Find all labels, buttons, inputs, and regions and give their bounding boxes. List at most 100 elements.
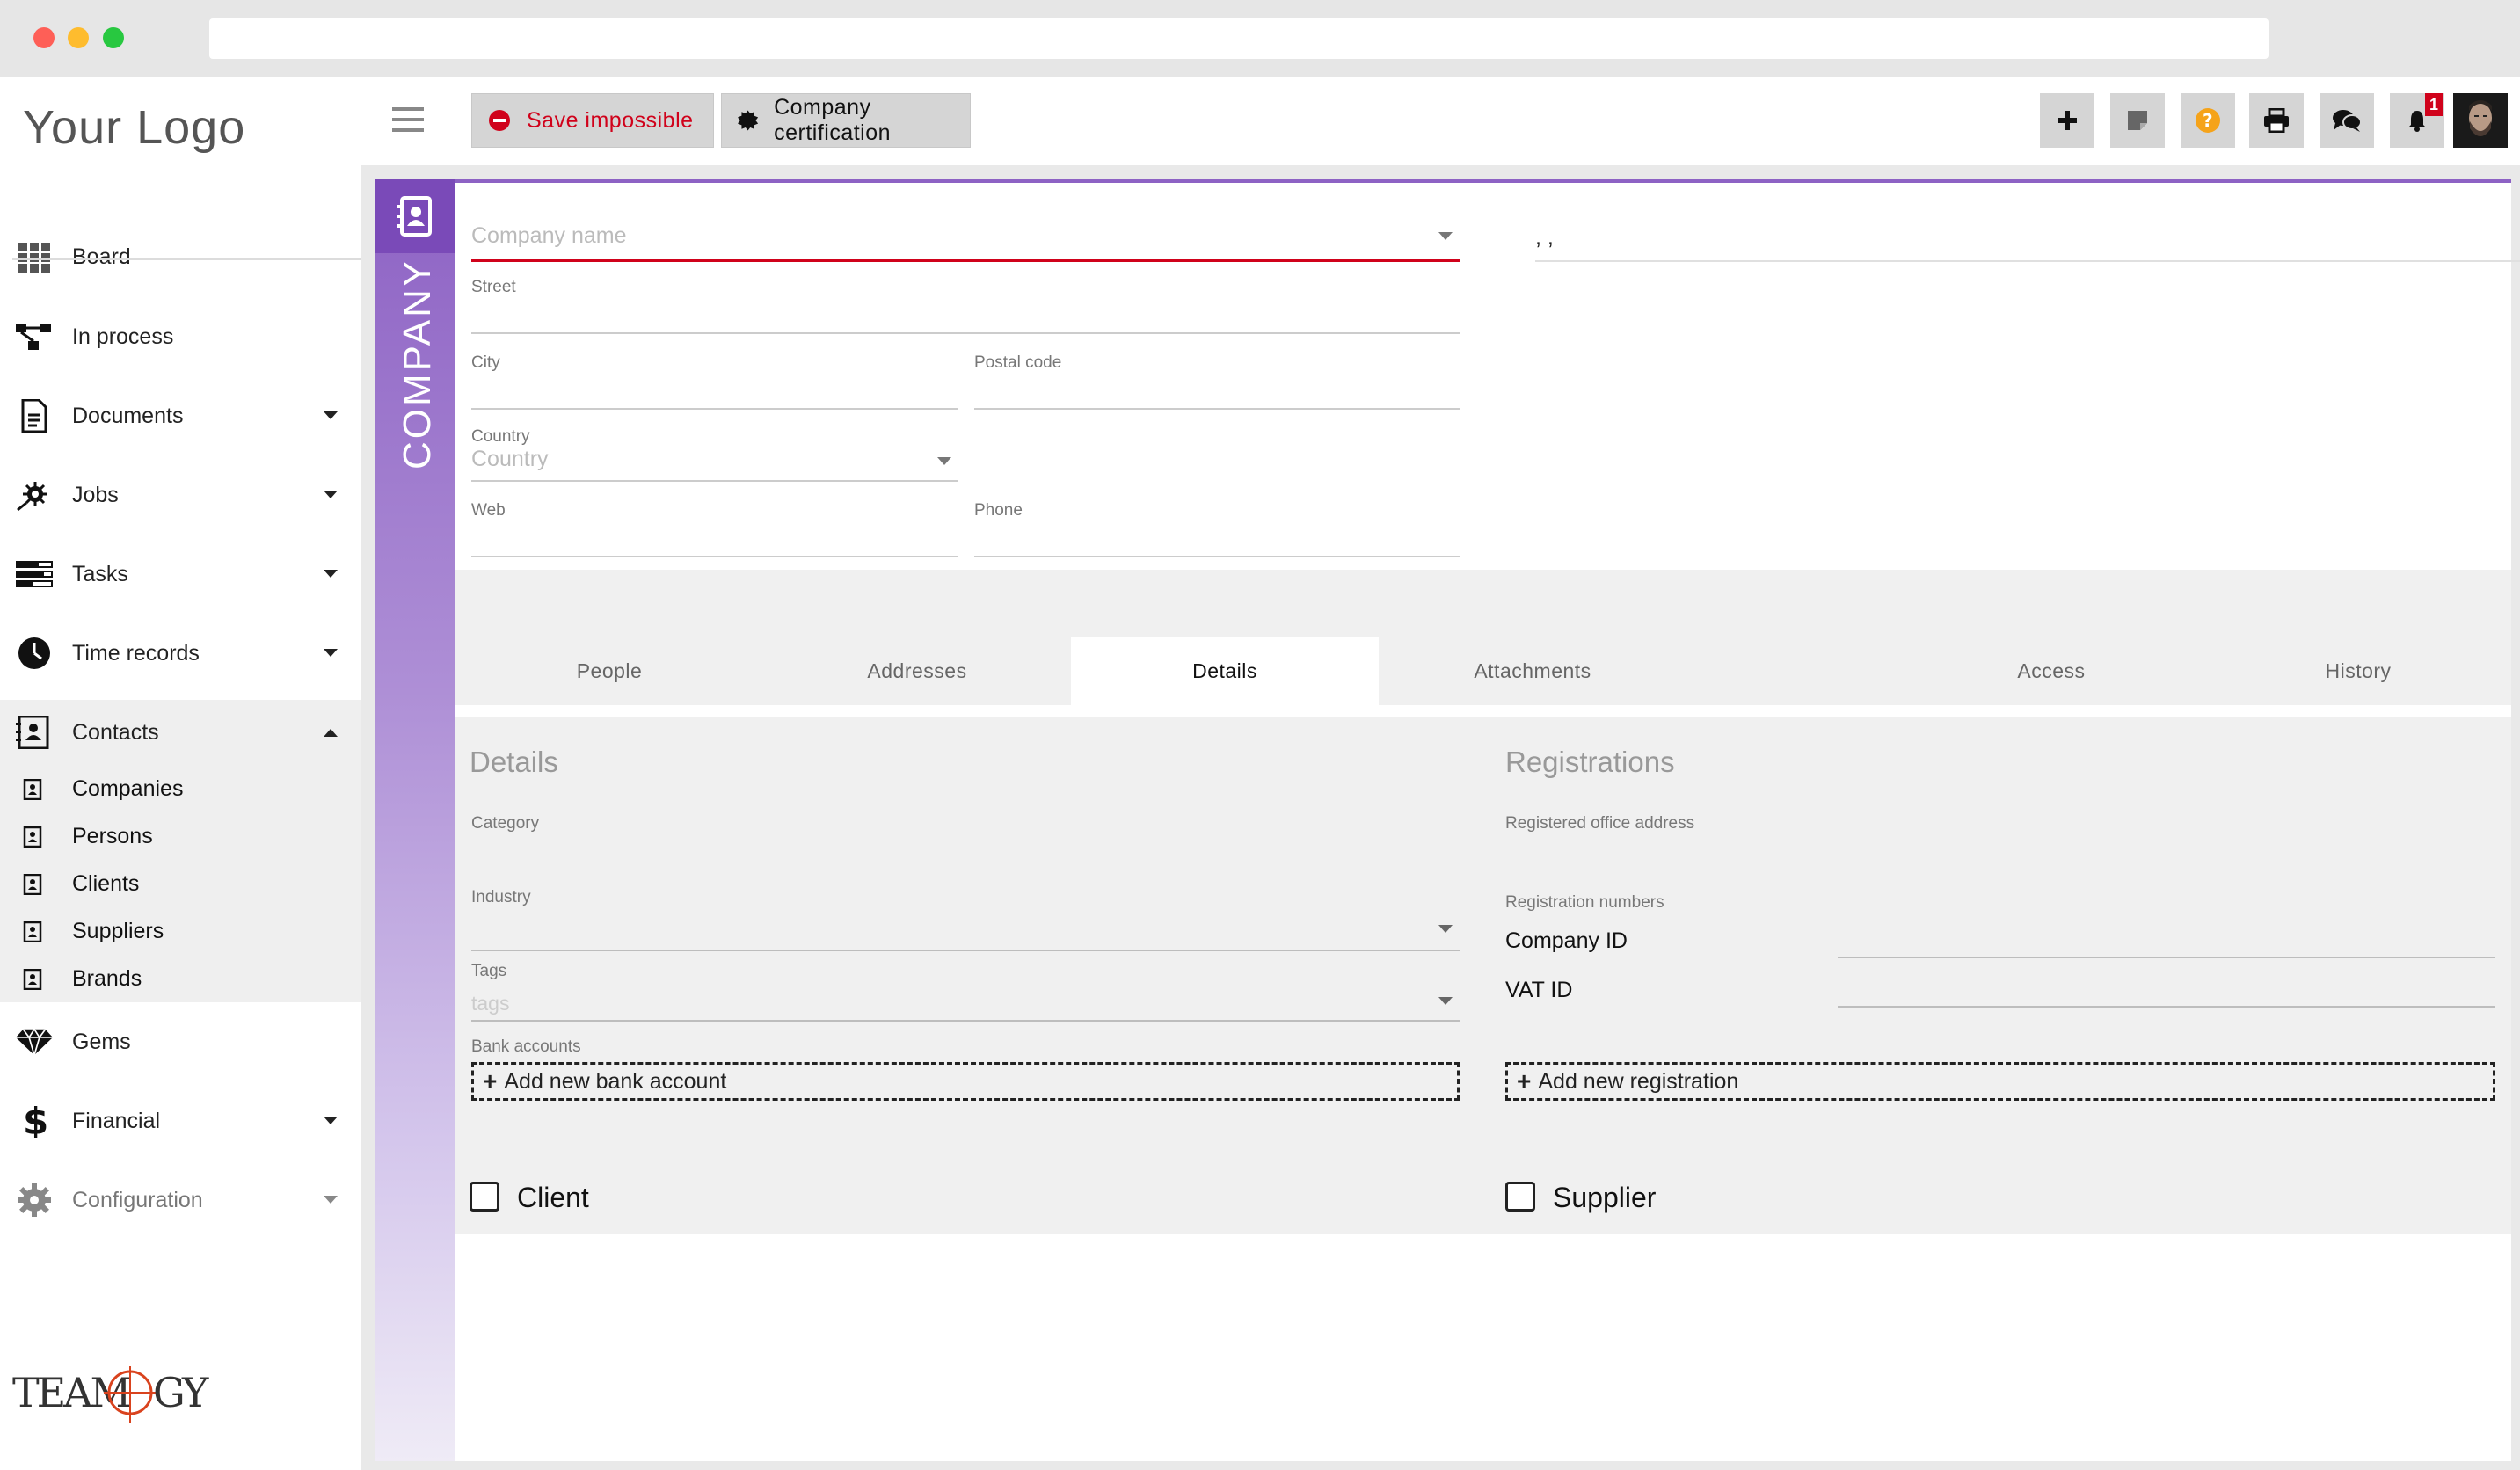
dollar-icon: $ [23, 1104, 48, 1138]
tab-people[interactable]: People [455, 637, 763, 705]
tab-label: Access [2017, 659, 2086, 682]
tab-label: People [576, 659, 643, 682]
window-minimize-button[interactable] [68, 27, 89, 48]
sidebar-subitem-brands[interactable]: Brands [0, 955, 361, 1002]
vat-id-input[interactable] [1838, 969, 2495, 1004]
window-close-button[interactable] [33, 27, 55, 48]
sidebar-item-contacts[interactable]: Contacts [0, 700, 361, 765]
country-field[interactable]: Country Country [471, 427, 958, 482]
postal-code-field[interactable]: Postal code [974, 353, 1460, 410]
sidebar-item-time-records[interactable]: Time records [0, 614, 361, 693]
street-field[interactable]: Street [471, 278, 1460, 334]
industry-field[interactable] [471, 913, 1460, 948]
category-field[interactable] [471, 839, 1460, 874]
plus-icon: + [483, 1067, 498, 1095]
chevron-down-icon[interactable] [1438, 925, 1453, 933]
tab-label: History [2325, 659, 2392, 682]
tab-access[interactable]: Access [1897, 637, 2205, 705]
chevron-down-icon[interactable] [937, 457, 951, 465]
field-underline [1838, 1006, 2495, 1008]
sidebar-subitem-label: Brands [72, 965, 142, 991]
user-avatar[interactable] [2453, 93, 2508, 148]
chevron-down-icon[interactable] [1438, 997, 1453, 1005]
supplier-checkbox-card: Supplier [1491, 1161, 2511, 1234]
client-checkbox[interactable] [470, 1182, 499, 1212]
add-registration-button[interactable]: + Add new registration [1505, 1062, 2495, 1101]
sidebar-item-configuration[interactable]: Configuration [0, 1161, 361, 1240]
sidebar-subitem-persons[interactable]: Persons [0, 812, 361, 860]
client-checkbox-card: Client [455, 1161, 1475, 1234]
entity-strip: COMPANY [375, 179, 455, 1461]
details-title: Details [470, 746, 558, 778]
company-id-input[interactable] [1838, 920, 2495, 955]
empty-content-area [455, 1234, 2511, 1461]
sidebar-item-financial[interactable]: $ Financial [0, 1081, 361, 1161]
help-button[interactable]: ? [2181, 93, 2235, 148]
supplier-checkbox[interactable] [1505, 1182, 1535, 1212]
phone-field[interactable]: Phone [974, 501, 1460, 557]
tasks-icon [16, 561, 53, 587]
sidebar-item-jobs[interactable]: Jobs [0, 455, 361, 535]
company-name-field[interactable]: Company name [471, 200, 1460, 262]
address-bar[interactable] [209, 18, 2269, 59]
registered-office-field[interactable] [1505, 839, 2494, 874]
tab-history[interactable]: History [2205, 637, 2511, 705]
tab-details[interactable]: Details [1071, 637, 1379, 705]
field-underline [471, 408, 958, 410]
sidebar-item-label: Gems [72, 1029, 131, 1054]
field-underline [471, 556, 958, 557]
web-field[interactable]: Web [471, 501, 958, 557]
chat-button[interactable] [2320, 93, 2374, 148]
registration-numbers-label: Registration numbers [1505, 893, 1664, 912]
field-underline [471, 259, 1460, 262]
sidebar-item-label: Configuration [72, 1187, 203, 1212]
bank-accounts-label: Bank accounts [471, 1037, 581, 1056]
menu-toggle-button[interactable] [392, 107, 424, 132]
sidebar-item-in-process[interactable]: In process [0, 297, 361, 376]
note-button[interactable] [2110, 93, 2165, 148]
notifications-button[interactable]: 1 [2390, 93, 2444, 148]
top-toolbar: Save impossible Company certification ? … [361, 77, 2520, 165]
tab-label: Attachments [1474, 659, 1591, 682]
sidebar-item-gems[interactable]: Gems [0, 1002, 361, 1081]
sticky-note-icon [2128, 111, 2147, 130]
chevron-down-icon [324, 1117, 338, 1124]
country-placeholder: Country [471, 447, 549, 471]
field-underline [974, 408, 1460, 410]
city-field[interactable]: City [471, 353, 958, 410]
contacts-submenu: Companies Persons Clients Suppliers Bran… [0, 765, 361, 1002]
tab-bar: People Addresses Details Attachments Acc… [455, 637, 2511, 705]
save-button[interactable]: Save impossible [471, 93, 714, 148]
sidebar-item-board[interactable]: Board [0, 218, 361, 295]
sidebar-item-tasks[interactable]: Tasks [0, 535, 361, 614]
contact-card-icon [23, 969, 42, 990]
chat-icon [2333, 110, 2362, 132]
avatar-image [2453, 93, 2508, 148]
tab-addresses[interactable]: Addresses [763, 637, 1071, 705]
postal-code-label: Postal code [974, 353, 1062, 372]
client-checkbox-label: Client [517, 1182, 589, 1213]
add-bank-account-button[interactable]: + Add new bank account [471, 1062, 1460, 1101]
print-button[interactable] [2249, 93, 2304, 148]
industry-label: Industry [471, 888, 531, 906]
sidebar-subitem-suppliers[interactable]: Suppliers [0, 907, 361, 955]
add-button[interactable] [2040, 93, 2094, 148]
sidebar-subitem-companies[interactable]: Companies [0, 765, 361, 812]
gear-icon [18, 1183, 51, 1217]
save-button-label: Save impossible [527, 107, 694, 133]
company-certification-button[interactable]: Company certification [721, 93, 971, 148]
chevron-down-icon[interactable] [1438, 232, 1453, 240]
details-card: Details Category Industry Tags tags Bank… [455, 717, 1475, 1145]
sidebar-item-label: Tasks [72, 561, 128, 586]
chevron-down-icon [324, 491, 338, 498]
sidebar-item-documents[interactable]: Documents [0, 376, 361, 455]
sidebar-nav-main: In process Documents Jobs Tasks Time rec… [0, 297, 361, 1240]
field-underline [1838, 957, 2495, 958]
sidebar-subitem-clients[interactable]: Clients [0, 860, 361, 907]
tab-attachments[interactable]: Attachments [1379, 637, 1686, 705]
svg-text:GY: GY [153, 1369, 209, 1416]
app-logo: Your Logo [23, 101, 246, 154]
field-underline [1535, 260, 2520, 262]
window-maximize-button[interactable] [103, 27, 124, 48]
tags-field[interactable]: tags [471, 981, 1460, 1020]
